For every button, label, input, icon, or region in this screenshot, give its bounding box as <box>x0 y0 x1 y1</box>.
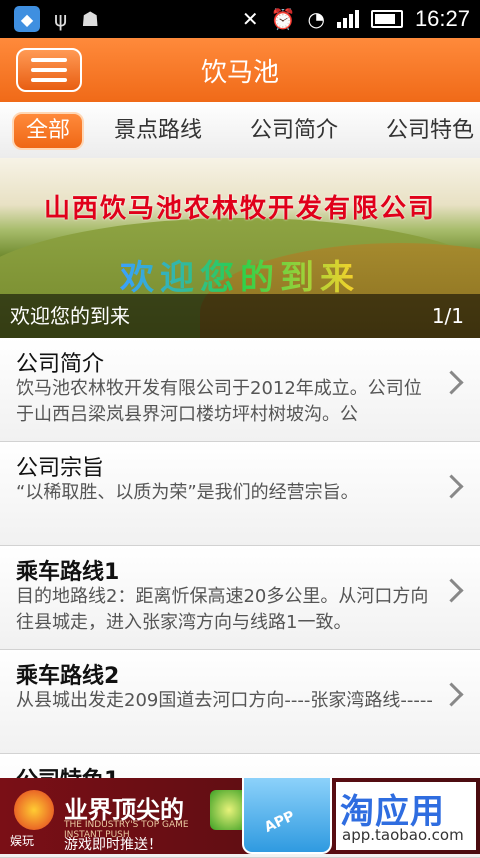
list-item-title: 乘车路线1 <box>16 560 120 585</box>
banner-caption-bar: 欢迎您的到来 1/1 <box>0 294 480 338</box>
notification-app-icon: ◆ <box>14 6 40 32</box>
category-tabs: 全部 景点路线 公司简介 公司特色 <box>0 102 480 159</box>
banner-caption: 欢迎您的到来 <box>10 304 130 328</box>
battery-icon <box>370 10 403 28</box>
tab-all[interactable]: 全部 <box>12 112 85 150</box>
list-item-desc: 目的地路线2：距离忻保高速20多公里。从河口方向往县城走，进入张家湾方向与线路1… <box>16 586 429 633</box>
ad-url: app.taobao.com <box>342 826 464 844</box>
tab-company-intro[interactable]: 公司简介 <box>250 112 338 150</box>
ad-banner[interactable]: 娱玩 业界顶尖的 THE INDUSTRY'S TOP GAME INSTANT… <box>0 778 480 854</box>
list-item[interactable]: 公司宗旨 “以稀取胜、以质为荣”是我们的经营宗旨。 <box>0 442 480 546</box>
ad-bag-label: APP <box>262 808 298 836</box>
list-item-title: 公司简介 <box>16 352 105 377</box>
mute-icon: ✕ <box>241 7 259 31</box>
alarm-icon: ⏰ <box>270 7 296 31</box>
list-item-title: 乘车路线2 <box>16 664 120 689</box>
list-item-desc: 饮马池农林牧开发有限公司于2012年成立。公司位于山西吕梁岚县界河口楼坊坪村树坡… <box>16 378 422 425</box>
android-icon: ☗ <box>81 7 100 31</box>
wifi-icon: ◔ <box>307 7 325 31</box>
status-bar: ◆ ψ ☗ ✕ ⏰ ◔ 16:27 <box>0 0 480 38</box>
list-item-title: 公司宗旨 <box>16 456 105 481</box>
list-item[interactable]: 公司简介 饮马池农林牧开发有限公司于2012年成立。公司位于山西吕梁岚县界河口楼… <box>0 338 480 442</box>
ad-logo-icon <box>14 790 54 830</box>
chevron-right-icon <box>439 682 464 707</box>
chevron-right-icon <box>439 370 464 395</box>
signal-icon <box>336 10 359 28</box>
banner-headline: 山西饮马池农林牧开发有限公司 <box>43 194 436 224</box>
list-item-desc: 从县城出发走209国道去河口方向----张家湾路线----- <box>16 690 433 711</box>
app-header: 饮马池 <box>0 38 480 102</box>
tab-scenic-routes[interactable]: 景点路线 <box>114 112 202 150</box>
chevron-right-icon <box>439 474 464 499</box>
ad-logo-text: 娱玩 <box>10 834 35 848</box>
page-title: 饮马池 <box>200 58 279 88</box>
list-item[interactable]: 乘车路线2 从县城出发走209国道去河口方向----张家湾路线----- <box>0 650 480 754</box>
list-item-desc: “以稀取胜、以质为荣”是我们的经营宗旨。 <box>16 482 359 503</box>
chevron-right-icon <box>439 578 464 603</box>
ad-brand-panel: 淘应用 app.taobao.com <box>336 782 476 850</box>
banner-page-indicator: 1/1 <box>431 304 464 328</box>
ad-subtitle-cn: 游戏即时推送！ <box>64 837 162 853</box>
banner-welcome: 欢迎您的到来 <box>0 250 480 299</box>
usb-icon: ψ <box>54 7 68 31</box>
tab-company-features[interactable]: 公司特色 <box>386 112 474 150</box>
banner-slider[interactable]: 山西饮马池农林牧开发有限公司 欢迎您的到来 欢迎您的到来 1/1 <box>0 158 480 338</box>
shopping-bag-icon: APP <box>242 778 332 854</box>
list-item[interactable]: 乘车路线1 目的地路线2：距离忻保高速20多公里。从河口方向往县城走，进入张家湾… <box>0 546 480 650</box>
clock: 16:27 <box>414 6 470 31</box>
